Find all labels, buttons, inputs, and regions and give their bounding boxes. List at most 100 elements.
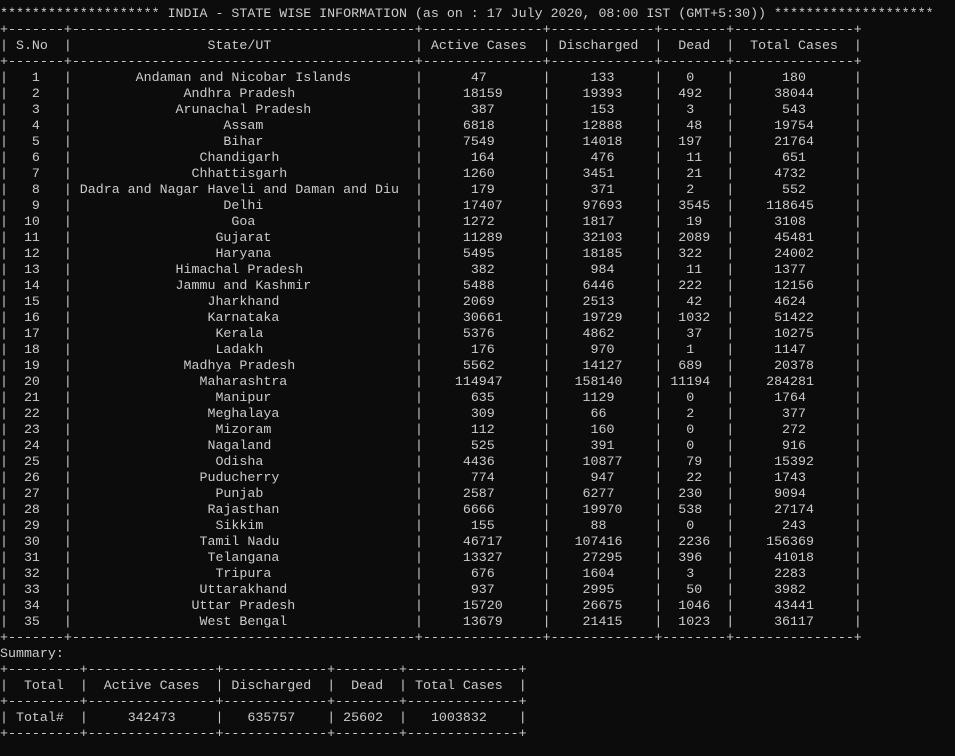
table-cell: Haryana — [71, 246, 415, 261]
table-cell: 50 — [662, 582, 727, 597]
table-cell: 284281 — [734, 374, 854, 389]
table-cell: 3451 — [550, 166, 655, 181]
table-row: | 30 | Tamil Nadu | 46717 | 107416 | 223… — [0, 534, 862, 549]
table-row: | 7 | Chhattisgarh | 1260 | 3451 | 21 | … — [0, 166, 862, 181]
table-cell: 11 — [662, 262, 727, 277]
table-cell: 2089 — [662, 230, 727, 245]
table-cell: Punjab — [71, 486, 415, 501]
table-cell: 13679 — [422, 614, 543, 629]
table-cell: Meghalaya — [71, 406, 415, 421]
table-cell: 20 — [7, 374, 64, 389]
table-cell: 543 — [734, 102, 854, 117]
table-cell: 2283 — [734, 566, 854, 581]
table-cell: 2 — [7, 86, 64, 101]
table-cell: 525 — [422, 438, 543, 453]
table-row: | 16 | Karnataka | 30661 | 19729 | 1032 … — [0, 310, 862, 325]
table-cell: 47 — [422, 70, 543, 85]
table-row: | 32 | Tripura | 676 | 1604 | 3 | 2283 | — [0, 566, 862, 581]
table-cell: 180 — [734, 70, 854, 85]
table-cell: 1764 — [734, 390, 854, 405]
table-row: | 4 | Assam | 6818 | 12888 | 48 | 19754 … — [0, 118, 862, 133]
table-cell: 651 — [734, 150, 854, 165]
table-cell: 5488 — [422, 278, 543, 293]
table-cell: 26 — [7, 470, 64, 485]
table-row: | 8 | Dadra and Nagar Haveli and Daman a… — [0, 182, 862, 197]
table-cell: 1023 — [662, 614, 727, 629]
table-cell: 3982 — [734, 582, 854, 597]
table-cell: Assam — [71, 118, 415, 133]
table-cell: 476 — [550, 150, 655, 165]
table-cell: 8 — [7, 182, 64, 197]
table-cell: 492 — [662, 86, 727, 101]
table-row: | 18 | Ladakh | 176 | 970 | 1 | 1147 | — [0, 342, 862, 357]
table-cell: 3108 — [734, 214, 854, 229]
table-cell: 18159 — [422, 86, 543, 101]
table-header-row: | S.No | State/UT | Active Cases | Disch… — [0, 38, 862, 53]
terminal-window[interactable]: ******************** INDIA - STATE WISE … — [0, 6, 955, 756]
summary-border: +---------+----------------+------------… — [0, 694, 527, 709]
table-cell: 2995 — [550, 582, 655, 597]
table-cell: 160 — [550, 422, 655, 437]
table-cell: 2 — [662, 182, 727, 197]
table-cell: 222 — [662, 278, 727, 293]
table-cell: 156369 — [734, 534, 854, 549]
table-cell: 133 — [550, 70, 655, 85]
table-cell: 51422 — [734, 310, 854, 325]
table-cell: 3 — [662, 102, 727, 117]
table-cell: Puducherry — [71, 470, 415, 485]
table-cell: 34 — [7, 598, 64, 613]
table-cell: 15392 — [734, 454, 854, 469]
table-cell: 1272 — [422, 214, 543, 229]
table-cell: Andhra Pradesh — [71, 86, 415, 101]
table-cell: 19970 — [550, 502, 655, 517]
table-cell: 7549 — [422, 134, 543, 149]
table-cell: 6446 — [550, 278, 655, 293]
table-cell: 6 — [7, 150, 64, 165]
table-cell: 17407 — [422, 198, 543, 213]
table-cell: 2069 — [422, 294, 543, 309]
table-cell: 107416 — [550, 534, 655, 549]
table-cell: 41018 — [734, 550, 854, 565]
table-cell: 179 — [422, 182, 543, 197]
table-border: +-------+-------------------------------… — [0, 54, 862, 69]
summary-border: +---------+----------------+------------… — [0, 662, 527, 677]
table-cell: 11 — [662, 150, 727, 165]
table-cell: 230 — [662, 486, 727, 501]
table-cell: 45481 — [734, 230, 854, 245]
table-cell: 2 — [662, 406, 727, 421]
table-row: | 11 | Gujarat | 11289 | 32103 | 2089 | … — [0, 230, 862, 245]
table-cell: 24002 — [734, 246, 854, 261]
table-cell: 112 — [422, 422, 543, 437]
table-cell: 1817 — [550, 214, 655, 229]
table-row: | 34 | Uttar Pradesh | 15720 | 26675 | 1… — [0, 598, 862, 613]
table-row: | 31 | Telangana | 13327 | 27295 | 396 |… — [0, 550, 862, 565]
table-cell: Ladakh — [71, 342, 415, 357]
table-cell: 774 — [422, 470, 543, 485]
table-cell: Discharged — [223, 678, 328, 693]
table-cell: Telangana — [71, 550, 415, 565]
table-cell: Goa — [71, 214, 415, 229]
table-cell: 32 — [7, 566, 64, 581]
table-cell: 0 — [662, 390, 727, 405]
summary-header-row: | Total | Active Cases | Discharged | De… — [0, 678, 527, 693]
table-cell: 970 — [550, 342, 655, 357]
table-cell: 153 — [550, 102, 655, 117]
table-cell: 1032 — [662, 310, 727, 325]
table-cell: Total# — [7, 710, 80, 725]
table-cell: 23 — [7, 422, 64, 437]
table-row: | 19 | Madhya Pradesh | 5562 | 14127 | 6… — [0, 358, 862, 373]
table-cell: Odisha — [71, 454, 415, 469]
table-cell: 387 — [422, 102, 543, 117]
table-cell: Active Cases — [422, 38, 543, 53]
table-cell: Karnataka — [71, 310, 415, 325]
table-cell: 13 — [7, 262, 64, 277]
table-cell: 10 — [7, 214, 64, 229]
table-cell: Tripura — [71, 566, 415, 581]
table-cell: 377 — [734, 406, 854, 421]
table-cell: 19729 — [550, 310, 655, 325]
table-cell: 1604 — [550, 566, 655, 581]
table-cell: 538 — [662, 502, 727, 517]
table-cell: 164 — [422, 150, 543, 165]
table-cell: Nagaland — [71, 438, 415, 453]
table-cell: 396 — [662, 550, 727, 565]
